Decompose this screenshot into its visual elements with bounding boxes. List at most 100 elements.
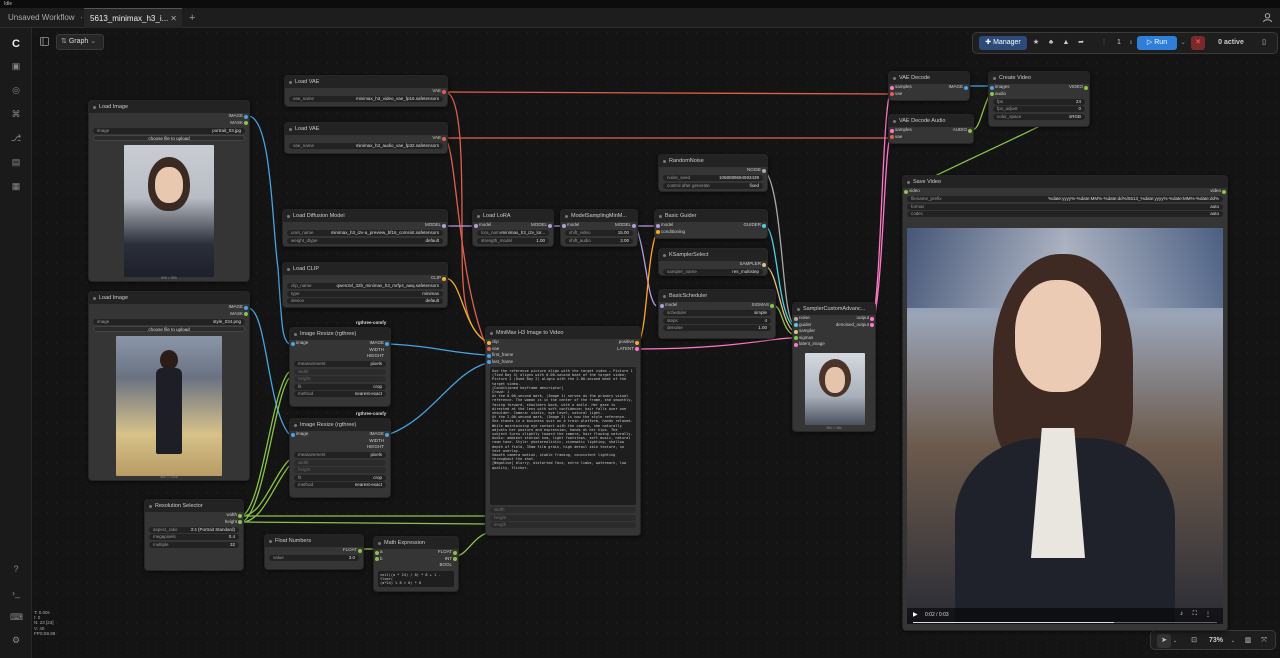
terminal-icon[interactable]: ›_ (10, 587, 22, 599)
node-vae-decode[interactable]: VAE Decode samples IMAGE vae (888, 71, 970, 101)
models-icon[interactable]: ◎ (10, 84, 22, 96)
output-dot-icon[interactable] (385, 341, 389, 346)
codec-select[interactable]: codec auto (907, 211, 1223, 217)
node-float-numbers[interactable]: Float Numbers FLOAT value 3.0 (264, 534, 364, 570)
templates-icon[interactable]: ▤ (10, 156, 22, 168)
input-dot-icon[interactable] (487, 360, 491, 364)
output-dot-icon[interactable] (635, 347, 639, 351)
input-dot-icon[interactable] (794, 329, 798, 334)
fit-select[interactable]: fit crop (294, 383, 386, 390)
node-vae-decode-audio[interactable]: VAE Decode Audio samples AUDIO vae (888, 114, 974, 144)
output-dot-icon[interactable] (968, 128, 972, 133)
input-dot-icon[interactable] (487, 340, 491, 345)
output-dot-icon[interactable] (762, 262, 766, 267)
input-dot-icon[interactable] (291, 432, 295, 437)
run-button[interactable]: ▷ Run (1137, 36, 1177, 50)
filename-prefix-field[interactable]: filename_prefix %date:yyyy%-%date:MM%-%da… (907, 196, 1223, 202)
image-select[interactable]: image style_034.png (93, 318, 245, 325)
fps-field[interactable]: fps 24 (993, 98, 1085, 105)
play-icon[interactable]: ▶ (913, 611, 918, 618)
input-dot-icon[interactable] (291, 341, 295, 346)
input-dot-icon[interactable] (990, 85, 994, 90)
input-dot-icon[interactable] (890, 92, 894, 96)
settings-gear-icon[interactable]: ⚙ (10, 634, 22, 646)
volume-icon[interactable]: ♪ (1180, 611, 1183, 617)
panel-toggle-icon[interactable] (40, 37, 49, 46)
format-select[interactable]: format auto (907, 203, 1223, 210)
denoise-field[interactable]: denoise 1.00 (663, 325, 771, 331)
input-dot-icon[interactable] (656, 230, 660, 234)
fps-adjust-field[interactable]: fps_adjust 0 (993, 106, 1085, 112)
tab-active-workflow[interactable]: 5613_minimax_h3_i... ✕ (84, 8, 182, 28)
output-dot-icon[interactable] (762, 168, 766, 173)
node-save-video[interactable]: Save Video video video filename_prefix %da… (902, 175, 1228, 631)
link-visibility-icon[interactable]: ⤧ (1257, 634, 1271, 648)
drag-handle-icon[interactable]: ⋮ (1099, 36, 1109, 50)
zoom-level[interactable]: 73% (1203, 634, 1229, 648)
input-dot-icon[interactable] (890, 85, 894, 90)
node-basic-guider[interactable]: Basic Guider model GUIDER conditioning (654, 209, 768, 239)
shift-audio-field[interactable]: shift_audio 3.00 (565, 237, 633, 244)
queue-icon[interactable]: ▦ (10, 180, 22, 192)
output-dot-icon[interactable] (870, 316, 874, 321)
fit-view-icon[interactable]: ⊡ (1187, 634, 1201, 648)
method-select[interactable]: method nearest-exact (294, 391, 386, 397)
output-dot-icon[interactable] (442, 136, 446, 141)
output-dot-icon[interactable] (244, 114, 248, 119)
warning-icon[interactable]: ▲ (1059, 36, 1073, 50)
input-dot-icon[interactable] (487, 353, 491, 358)
video-progress-track[interactable] (913, 621, 1217, 623)
star-icon[interactable]: ★ (1029, 36, 1043, 50)
output-dot-icon[interactable] (442, 89, 446, 94)
image-select[interactable]: image portrait_03.jpg (93, 127, 245, 134)
height-input[interactable]: height (294, 467, 386, 473)
input-dot-icon[interactable] (904, 189, 908, 194)
input-dot-icon[interactable] (794, 316, 798, 321)
node-load-vae-audio[interactable]: Load VAE VAE vae_name minimax_h3_audio_va… (284, 122, 448, 154)
node-math-expression[interactable]: Math Expression a FLOAT b INT BOOL ceil((a… (373, 536, 459, 592)
output-dot-icon[interactable] (442, 276, 446, 281)
right-panel-toggle-icon[interactable]: ▯ (1257, 36, 1271, 50)
fullscreen-icon[interactable]: ⛶ (1193, 611, 1197, 618)
height-input[interactable]: height (490, 514, 636, 521)
input-dot-icon[interactable] (794, 336, 798, 340)
shift-video-field[interactable]: shift_video 15.00 (565, 230, 633, 236)
help-icon[interactable]: ? (10, 563, 22, 575)
output-dot-icon[interactable] (244, 305, 248, 310)
nodes-library-icon[interactable]: ⌘ (10, 108, 22, 120)
input-dot-icon[interactable] (562, 223, 566, 228)
comfy-logo-icon[interactable]: C (10, 38, 22, 50)
node-load-image-2[interactable]: Load Image IMAGE MASK image style_034.png… (88, 291, 250, 481)
video-player[interactable]: ▶ 0:02 / 0:03 ♪ ⛶ ⋮ (907, 228, 1223, 624)
run-options-icon[interactable]: ⌄ (1178, 36, 1188, 50)
scheduler-select[interactable]: scheduler simple (663, 310, 771, 316)
node-image-resize-1[interactable]: Image Resize (rgthree) image IMAGE WIDTH … (289, 327, 391, 407)
cleanup-icon[interactable]: ♣ (1044, 36, 1058, 50)
minimap-icon[interactable]: ▥ (1241, 634, 1255, 648)
input-dot-icon[interactable] (660, 303, 664, 308)
node-minimax-image-to-video[interactable]: MiniMax H3 Image to Video clip positive v… (485, 326, 641, 536)
output-dot-icon[interactable] (453, 557, 457, 561)
input-dot-icon[interactable] (656, 223, 660, 228)
node-model-sampling[interactable]: ModelSamplingMinM... model MODEL shift_vi… (560, 209, 638, 247)
upload-button[interactable]: choose file to upload (93, 326, 245, 332)
new-tab-button[interactable]: + (183, 8, 199, 28)
node-load-diffusion-model[interactable]: Load Diffusion Model MODEL unet_name mini… (282, 209, 448, 247)
measurement-select[interactable]: measurement pixels (294, 361, 386, 367)
chevron-down-icon[interactable]: ⌄ (1229, 634, 1237, 648)
pointer-tool-icon[interactable]: ➤ (1157, 634, 1171, 648)
node-random-noise[interactable]: RandomNoise NOISE noise_seed 106808969459… (658, 154, 768, 192)
share-icon[interactable]: ➦ (1074, 36, 1088, 50)
output-dot-icon[interactable] (964, 85, 968, 90)
output-dot-icon[interactable] (358, 548, 362, 553)
fit-select[interactable]: fit crop (294, 474, 386, 481)
noise-seed-field[interactable]: noise_seed 1068089694593439 (663, 175, 763, 181)
input-dot-icon[interactable] (794, 342, 798, 347)
keyboard-icon[interactable]: ⌨ (10, 611, 23, 623)
lora-name-select[interactable]: lora_name minimax_h3_i2v_lor... (477, 230, 549, 236)
output-dot-icon[interactable] (244, 312, 248, 316)
length-input[interactable]: length (490, 522, 636, 528)
output-dot-icon[interactable] (453, 550, 457, 555)
megapixels-field[interactable]: megapixels 0.4 (149, 534, 239, 540)
output-dot-icon[interactable] (385, 432, 389, 437)
